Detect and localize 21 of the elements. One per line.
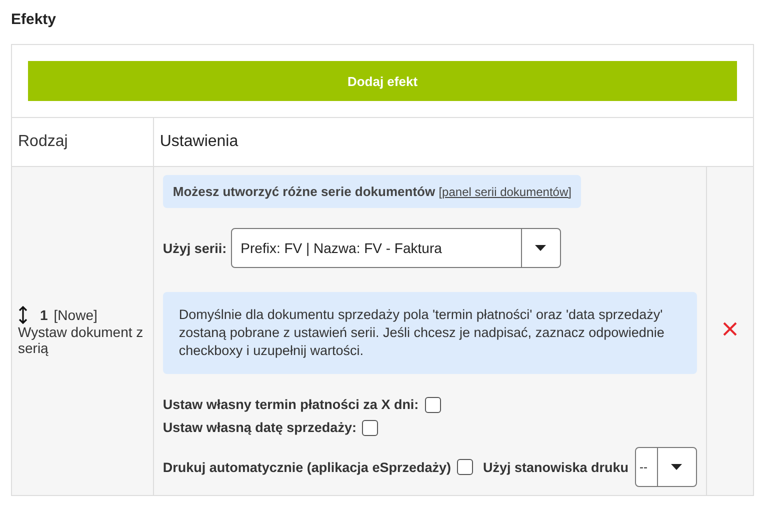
caret-icon — [671, 464, 682, 470]
series-panel-link[interactable]: [panel serii dokumentów] — [438, 185, 572, 199]
effect-type: Wystaw dokument z serią — [18, 324, 144, 356]
printer-select[interactable]: -- — [634, 447, 697, 487]
drag-handle-icon[interactable] — [18, 306, 28, 324]
option-label: Ustaw własną datę sprzedaży: — [162, 420, 356, 435]
option-label: Drukuj automatycznie (aplikacja eSprzedaży) — [162, 460, 451, 474]
checkbox[interactable] — [362, 420, 378, 436]
info-text: Domyślnie dla dokumentu sprzedaży pola 'termin płatności' oraz 'data sprzedaży' zostaną pobrane z ustawień serii. Jeśli chcesz je nadpisać, zaznacz odpowiednie checkboxy i uzupełnij wartości. — [162, 292, 697, 374]
option-label: Ustaw własny termin płatności za X dni: — [162, 397, 419, 412]
status-label: [Nowe] — [54, 307, 98, 323]
field-label: Użyj serii: — [162, 240, 227, 256]
caret-icon — [535, 245, 546, 251]
checkbox[interactable] — [424, 396, 441, 412]
effect-number: 1 — [40, 307, 48, 323]
series-select[interactable]: Prefix: FV | Nazwa: FV - Faktura — [230, 228, 561, 268]
section-title: Efekty — [11, 11, 58, 28]
field-label: Użyj stanowiska druku — [482, 460, 629, 474]
checkbox[interactable] — [456, 459, 473, 475]
hint-text: Możesz utworzyć różne serie dokumentów — [172, 184, 436, 199]
delete-icon[interactable] — [722, 322, 737, 336]
